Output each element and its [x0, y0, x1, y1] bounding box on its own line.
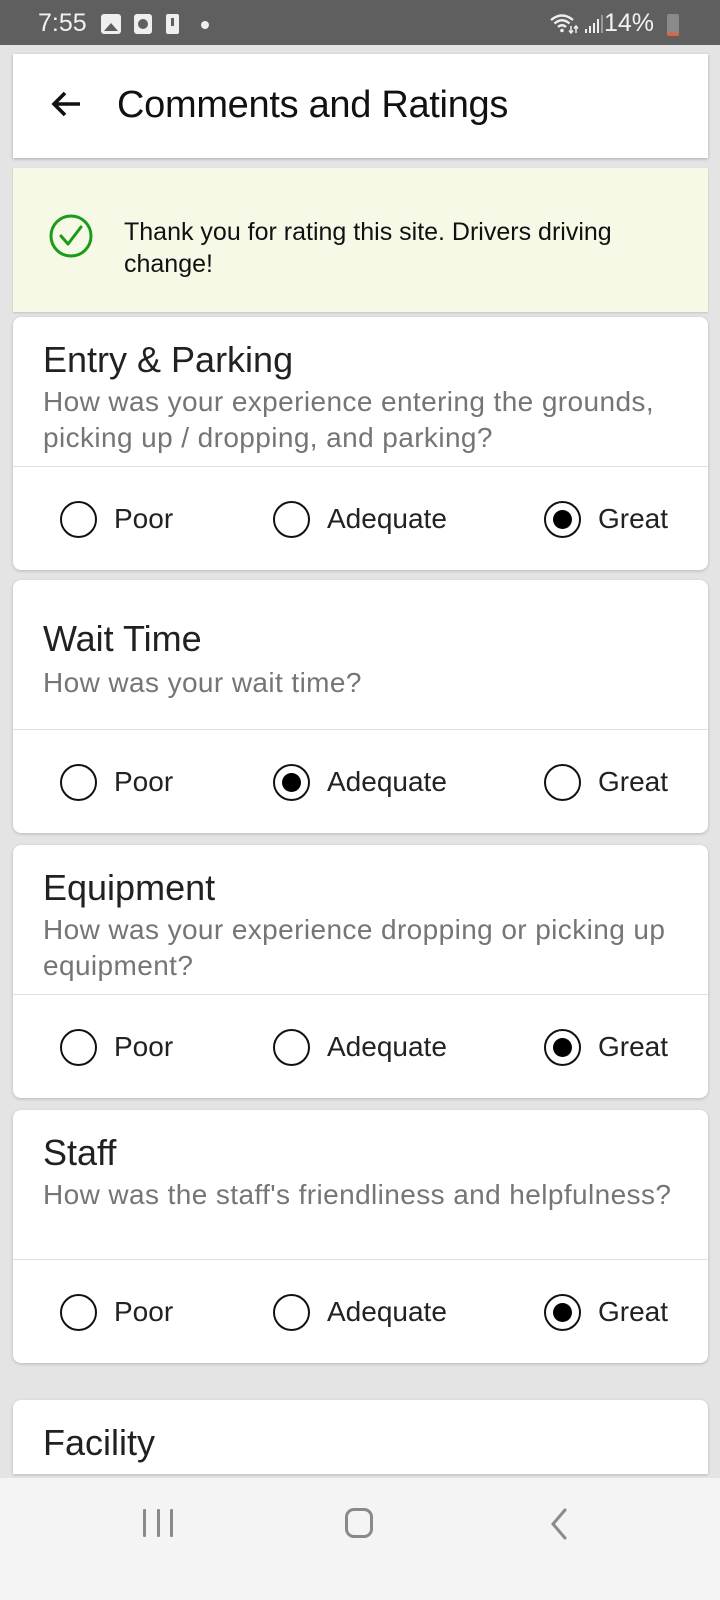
radio-button[interactable]	[273, 500, 310, 538]
radio-button[interactable]	[544, 1028, 581, 1066]
battery-icon	[667, 14, 679, 36]
arrow-left-icon	[51, 91, 80, 117]
battery-level-fill	[667, 32, 679, 36]
clock-app-icon	[134, 14, 152, 34]
option-label: Poor	[114, 1296, 174, 1327]
option-great[interactable]: Great	[544, 1290, 668, 1334]
page-title: Comments and Ratings	[117, 84, 509, 126]
rating-options: Poor Adequate Great	[13, 1260, 708, 1363]
card-description: How was your wait time?	[43, 667, 362, 698]
radio-button[interactable]	[544, 1293, 581, 1331]
option-label: Adequate	[327, 766, 447, 797]
recent-apps-icon[interactable]	[143, 1509, 173, 1539]
card-title: Staff	[43, 1132, 117, 1173]
system-nav-bar	[0, 1478, 720, 1600]
radio-button[interactable]	[544, 500, 581, 538]
option-poor[interactable]: Poor	[60, 1290, 173, 1334]
rating-card-wait-time: Wait Time How was your wait time? Poor A…	[13, 580, 708, 833]
card-title: Wait Time	[43, 618, 202, 659]
signal-icon	[585, 15, 603, 33]
check-circle-icon	[49, 214, 93, 258]
card-title: Equipment	[43, 867, 216, 908]
option-adequate[interactable]: Adequate	[273, 1025, 447, 1069]
option-poor[interactable]: Poor	[60, 1025, 173, 1069]
option-great[interactable]: Great	[544, 497, 668, 541]
dot-icon	[201, 21, 209, 29]
battery-percent: 14%	[604, 9, 655, 37]
rating-card-staff: Staff How was the staff's friendliness a…	[13, 1110, 708, 1363]
radio-button[interactable]	[60, 1028, 97, 1066]
home-icon[interactable]	[345, 1508, 373, 1538]
wifi-icon	[550, 14, 579, 34]
radio-button[interactable]	[544, 763, 581, 801]
image-icon	[101, 14, 121, 34]
option-label: Great	[598, 766, 669, 797]
card-description: How was your experience entering the gro…	[43, 386, 655, 453]
option-label: Adequate	[327, 1031, 447, 1062]
option-label: Great	[598, 1031, 669, 1062]
rating-card-facility: Facility	[13, 1400, 708, 1474]
option-great[interactable]: Great	[544, 1025, 668, 1069]
option-label: Great	[598, 1296, 669, 1327]
option-adequate[interactable]: Adequate	[273, 760, 447, 804]
option-poor[interactable]: Poor	[60, 497, 173, 541]
radio-button[interactable]	[60, 500, 97, 538]
option-label: Poor	[114, 766, 174, 797]
option-label: Adequate	[327, 503, 447, 534]
option-label: Poor	[114, 503, 174, 534]
option-adequate[interactable]: Adequate	[273, 497, 447, 541]
card-description: How was your experience dropping or pick…	[43, 914, 666, 981]
status-time: 7:55	[38, 9, 87, 37]
radio-button[interactable]	[60, 763, 97, 801]
rating-options: Poor Adequate Great	[13, 995, 708, 1098]
option-label: Great	[598, 503, 669, 534]
radio-button[interactable]	[273, 1293, 310, 1331]
option-label: Adequate	[327, 1296, 447, 1327]
rating-card-equipment: Equipment How was your experience droppi…	[13, 845, 708, 1098]
rating-card-entry-parking: Entry & Parking How was your experience …	[13, 317, 708, 570]
radio-button[interactable]	[273, 763, 310, 801]
card-title: Facility	[43, 1422, 156, 1463]
rating-options: Poor Adequate Great	[13, 467, 708, 570]
card-title: Entry & Parking	[43, 339, 294, 380]
rating-options: Poor Adequate Great	[13, 730, 708, 833]
option-great[interactable]: Great	[544, 760, 668, 804]
back-chevron-icon[interactable]	[549, 1508, 569, 1540]
back-button[interactable]	[51, 84, 91, 124]
option-adequate[interactable]: Adequate	[273, 1290, 447, 1334]
battery-alert-icon	[166, 14, 179, 34]
banner-message: Thank you for rating this site. Drivers …	[124, 218, 612, 278]
app-bar: Comments and Ratings	[13, 54, 708, 158]
card-description: How was the staff's friendliness and hel…	[43, 1179, 672, 1210]
radio-button[interactable]	[60, 1293, 97, 1331]
radio-button[interactable]	[273, 1028, 310, 1066]
option-label: Poor	[114, 1031, 174, 1062]
success-banner: Thank you for rating this site. Drivers …	[13, 168, 708, 312]
option-poor[interactable]: Poor	[60, 760, 173, 804]
status-bar: 7:55 14%	[0, 0, 720, 45]
